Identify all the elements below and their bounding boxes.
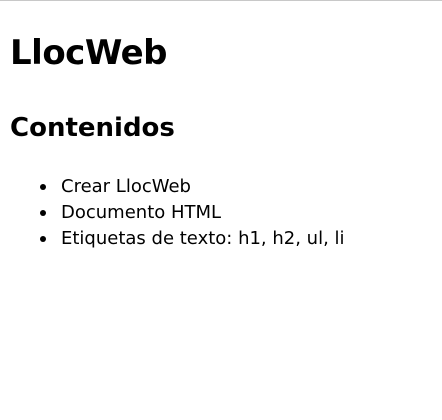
page-title: LlocWeb xyxy=(10,33,168,73)
bullet-icon xyxy=(40,236,46,242)
list-item: Documento HTML xyxy=(10,200,345,226)
list-item: Crear LlocWeb xyxy=(10,174,345,200)
section-heading: Contenidos xyxy=(10,113,175,143)
list-item-text: Documento HTML xyxy=(61,202,222,223)
browser-viewport: LlocWeb Contenidos Crear LlocWeb Documen… xyxy=(0,0,442,420)
list-item-text: Etiquetas de texto: h1, h2, ul, li xyxy=(61,228,345,249)
contents-list: Crear LlocWeb Documento HTML Etiquetas d… xyxy=(10,174,345,252)
list-item: Etiquetas de texto: h1, h2, ul, li xyxy=(10,226,345,252)
list-item-text: Crear LlocWeb xyxy=(61,176,191,197)
bullet-icon xyxy=(40,184,46,190)
bullet-icon xyxy=(40,210,46,216)
